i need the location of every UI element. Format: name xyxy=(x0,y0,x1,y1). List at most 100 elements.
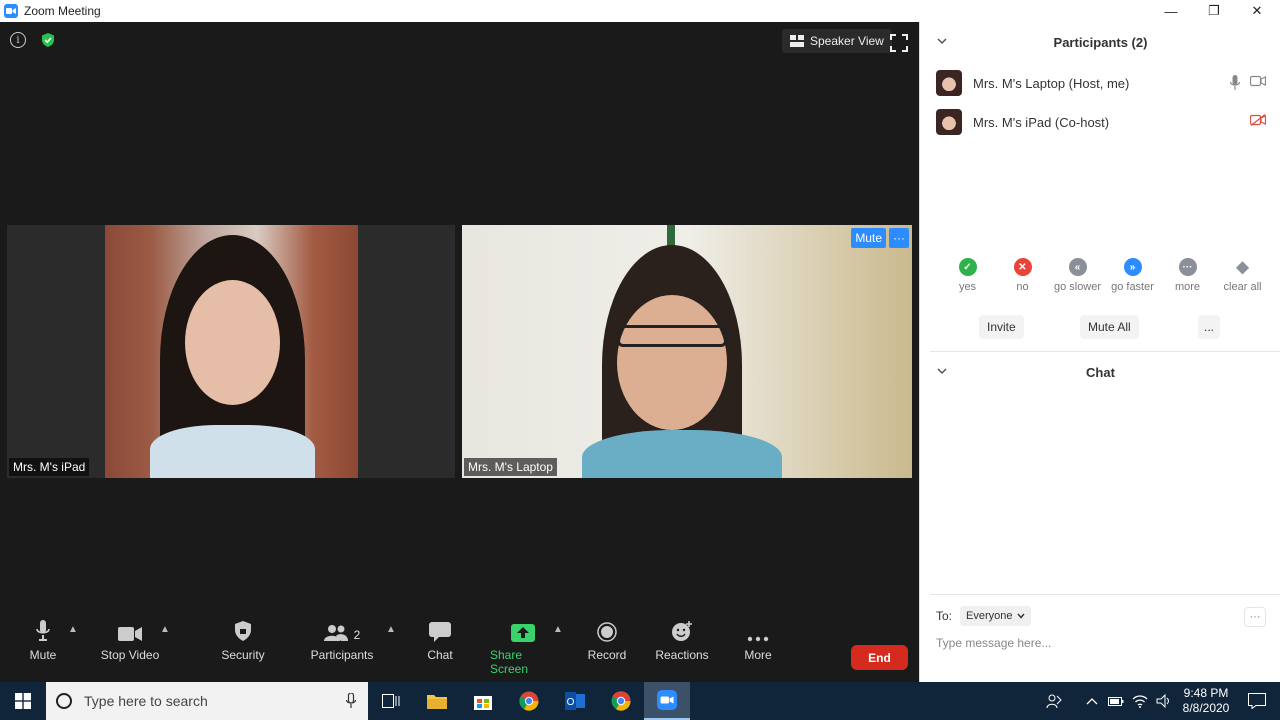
record-label: Record xyxy=(587,648,627,662)
zoom-taskbar-icon[interactable] xyxy=(644,682,690,720)
clock-time: 9:48 PM xyxy=(1183,686,1229,700)
section-divider xyxy=(930,594,1280,595)
security-shield-icon xyxy=(233,618,253,642)
feedback-go-faster[interactable]: » go faster xyxy=(1105,258,1160,293)
svg-text:O: O xyxy=(567,697,575,708)
participants-title: Participants (2) xyxy=(1053,34,1148,50)
chat-message-input[interactable] xyxy=(936,632,1266,654)
share-options-caret[interactable]: ▲ xyxy=(553,624,563,635)
shirt-shape xyxy=(150,425,315,478)
participant-name-tag: Mrs. M's Laptop xyxy=(464,458,557,476)
chat-title: Chat xyxy=(1086,364,1115,380)
participants-more-button[interactable]: ... xyxy=(1198,315,1220,339)
chrome-icon[interactable] xyxy=(506,682,552,720)
feedback-label: clear all xyxy=(1223,281,1262,293)
participants-icon: 2 xyxy=(323,618,361,642)
record-button[interactable]: Record xyxy=(588,618,626,662)
wifi-icon[interactable] xyxy=(1132,694,1148,708)
speaker-view-button[interactable]: Speaker View xyxy=(782,29,892,53)
tile-mute-button[interactable]: Mute xyxy=(851,228,886,248)
ellipsis-icon xyxy=(747,618,769,642)
chat-recipient-row: To: Everyone xyxy=(936,606,1031,626)
share-screen-label: Share Screen xyxy=(490,648,529,676)
tile-more-button[interactable]: ··· xyxy=(889,228,909,248)
feedback-more[interactable]: ··· more xyxy=(1160,258,1215,293)
taskbar-search[interactable]: Type here to search xyxy=(46,682,368,720)
encryption-shield-icon[interactable] xyxy=(40,32,56,53)
invite-button[interactable]: Invite xyxy=(979,315,1024,339)
share-screen-icon xyxy=(511,618,535,642)
chevron-up-icon[interactable] xyxy=(1086,697,1098,705)
video-options-caret[interactable]: ▲ xyxy=(160,624,170,635)
feedback-no[interactable]: ✕ no xyxy=(995,258,1050,293)
fullscreen-icon[interactable] xyxy=(890,34,908,52)
minimize-button[interactable]: — xyxy=(1149,0,1193,22)
microphone-icon[interactable] xyxy=(346,693,356,709)
video-camera-icon xyxy=(1250,75,1266,87)
restore-button[interactable]: ❐ xyxy=(1192,0,1236,22)
feedback-clear-all[interactable]: ◆ clear all xyxy=(1215,258,1270,293)
video-tile-laptop[interactable]: Mute ··· Mrs. M's Laptop xyxy=(462,225,912,478)
mute-all-button[interactable]: Mute All xyxy=(1080,315,1139,339)
battery-icon[interactable] xyxy=(1108,695,1124,707)
recipient-dropdown[interactable]: Everyone xyxy=(960,606,1031,626)
participants-button[interactable]: 2 Participants xyxy=(311,618,373,662)
chat-header: Chat xyxy=(920,352,1280,392)
avatar xyxy=(936,109,962,135)
participant-name-tag: Mrs. M's iPad xyxy=(9,458,90,476)
participant-row[interactable]: Mrs. M's Laptop (Host, me) xyxy=(936,69,1266,97)
feedback-label: go faster xyxy=(1111,281,1154,293)
security-button[interactable]: Security xyxy=(220,618,266,662)
system-tray: 9:48 PM 8/8/2020 xyxy=(1046,682,1280,720)
participants-count: 2 xyxy=(353,628,361,642)
glasses-shape xyxy=(617,325,727,347)
feedback-label: more xyxy=(1174,281,1201,293)
people-icon[interactable] xyxy=(1046,693,1062,709)
right-panel: Participants (2) Mrs. M's Laptop (Host, … xyxy=(919,22,1280,682)
rewind-icon: « xyxy=(1068,258,1087,276)
feedback-label: yes xyxy=(958,281,977,293)
to-label: To: xyxy=(936,609,953,623)
close-button[interactable]: ✕ xyxy=(1235,0,1279,22)
volume-icon[interactable] xyxy=(1156,694,1172,708)
video-tile-ipad[interactable]: Mrs. M's iPad xyxy=(7,225,455,478)
end-meeting-button[interactable]: End xyxy=(851,645,908,670)
windows-start-button[interactable] xyxy=(0,682,46,720)
meeting-info-icon[interactable]: i xyxy=(10,32,26,48)
audio-options-caret[interactable]: ▲ xyxy=(68,624,78,635)
chevron-down-icon[interactable] xyxy=(937,366,947,376)
reactions-button[interactable]: Reactions xyxy=(655,618,709,662)
stop-video-label: Stop Video xyxy=(100,648,160,662)
chat-more-button[interactable]: ··· xyxy=(1244,607,1266,627)
chat-bubble-icon xyxy=(429,618,451,642)
chrome-profile-icon[interactable] xyxy=(598,682,644,720)
feedback-yes[interactable]: ✓ yes xyxy=(940,258,995,293)
taskbar-clock[interactable]: 9:48 PM 8/8/2020 xyxy=(1178,686,1234,716)
store-icon[interactable] xyxy=(460,682,506,720)
participant-row[interactable]: Mrs. M's iPad (Co-host) xyxy=(936,108,1266,136)
more-button[interactable]: More xyxy=(743,618,773,662)
notification-icon xyxy=(1248,693,1266,709)
meeting-toolbar: Mute ▲ Stop Video ▲ Security 2 Participa… xyxy=(0,610,919,682)
mute-button[interactable]: Mute xyxy=(28,618,58,662)
stop-video-button[interactable]: Stop Video xyxy=(100,618,160,662)
meeting-area: i Speaker View Mrs. M's iPad Mute ··· Mr… xyxy=(0,22,919,682)
chevron-down-icon[interactable] xyxy=(937,36,947,46)
window-titlebar: Zoom Meeting — ❐ ✕ xyxy=(0,0,1280,22)
task-view-icon[interactable] xyxy=(368,682,414,720)
video-off-icon xyxy=(1250,114,1266,126)
microphone-icon xyxy=(1230,75,1240,90)
recipient-value: Everyone xyxy=(966,610,1013,622)
fast-forward-icon: » xyxy=(1123,258,1142,276)
participants-options-caret[interactable]: ▲ xyxy=(386,624,396,635)
zoom-app-icon xyxy=(4,4,18,18)
outlook-icon[interactable]: O xyxy=(552,682,598,720)
chat-button[interactable]: Chat xyxy=(425,618,455,662)
search-placeholder: Type here to search xyxy=(84,693,208,709)
share-screen-button[interactable]: Share Screen xyxy=(490,618,556,676)
file-explorer-icon[interactable] xyxy=(414,682,460,720)
feedback-go-slower[interactable]: « go slower xyxy=(1050,258,1105,293)
clock-date: 8/8/2020 xyxy=(1182,701,1230,715)
action-center-button[interactable] xyxy=(1234,682,1280,720)
windows-logo-icon xyxy=(15,693,31,709)
